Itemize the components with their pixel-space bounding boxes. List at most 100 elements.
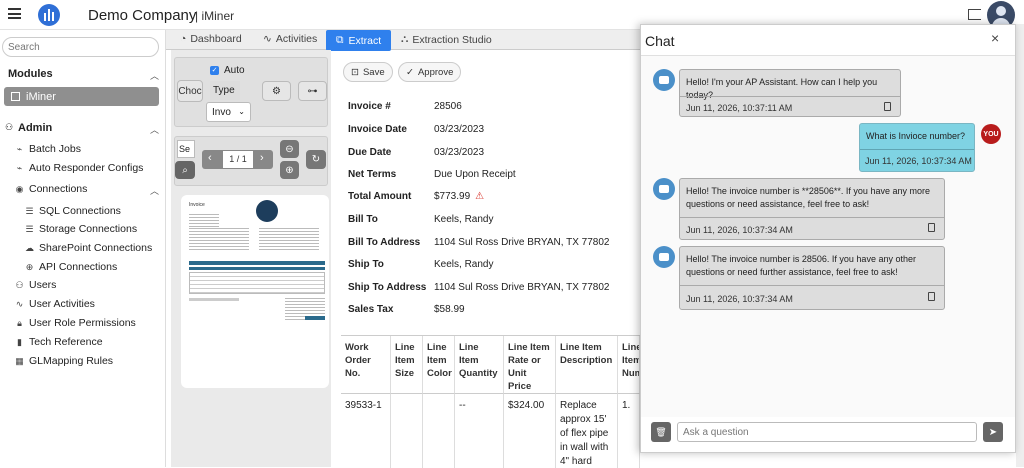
table-cell[interactable] [423,394,455,468]
divider [680,96,900,97]
modules-heading[interactable]: Modules [8,68,53,80]
gear-icon: ⚙ [272,85,281,97]
users-icon: ⚇ [15,279,24,290]
field-value[interactable]: $773.99 [434,191,470,202]
message-time: Jun 11, 2026, 10:37:11 AM [686,103,793,113]
sidebar-item-connections[interactable]: ◉ Connections [14,183,88,195]
send-button[interactable]: ➤ [983,422,1003,442]
bot-message: Hello! I'm your AP Assistant. How can I … [679,69,901,117]
zoom-out-button[interactable]: ⊖ [280,140,299,158]
copy-icon[interactable] [928,223,935,232]
approve-button[interactable]: ✓ Approve [398,62,462,82]
type-select[interactable]: Invo ⌄ [206,102,251,122]
type-select-value: Invo [212,107,231,118]
studio-icon: ⛬ [401,33,409,45]
logout-icon[interactable] [968,9,981,20]
tab-dashboard[interactable]: ◔ Dashboard [180,33,242,45]
close-icon[interactable]: × [991,30,999,46]
clear-chat-button[interactable]: 🗑︎ [651,422,671,442]
zoom-in-button[interactable]: ⊕ [280,161,299,179]
thumb-lines [189,213,219,227]
sidebar-item-iminer[interactable]: iMiner [4,87,159,106]
table-cell[interactable]: 39533-1 [341,394,391,468]
sidebar-item-api[interactable]: ⊕ API Connections [24,261,118,273]
globe-icon: ⊕ [25,261,34,272]
field-value[interactable]: 28506 [434,101,462,112]
tab-extraction-studio[interactable]: ⛬ Extraction Studio [401,33,492,46]
chat-input[interactable]: Ask a question [677,422,977,442]
next-page-icon[interactable]: › [260,152,264,164]
field-value[interactable]: 1104 Sul Ross Drive BRYAN, TX 77802 [434,282,609,293]
copy-icon[interactable] [928,292,935,301]
auto-checkbox[interactable]: ✓ [210,66,219,75]
sidebar-item-batch-jobs[interactable]: ⌁ Batch Jobs [14,143,81,155]
sidebar-item-users[interactable]: ⚇ Users [14,279,56,291]
field-value[interactable]: Due Upon Receipt [434,169,516,180]
document-preview[interactable]: Invoice [181,195,329,388]
choose-file-button[interactable]: Choc [177,80,203,102]
search-button[interactable]: ⌕ [175,161,195,179]
page-search-input[interactable]: Se [177,140,195,158]
divider [680,285,944,286]
sidebar-item-glmapping[interactable]: ▦ GLMapping Rules [14,355,113,367]
chat-title: Chat [645,33,675,49]
sidebar-item-storage[interactable]: ☰ Storage Connections [24,223,137,235]
settings-button[interactable]: ⚙ [262,81,291,101]
sidebar: Search Modules ︿ iMiner ⚇ Admin ︿ ⌁ Batch… [0,30,166,467]
table-cell[interactable]: 1. [618,394,640,468]
chevron-up-icon[interactable]: ︿ [150,69,159,82]
field-value[interactable]: 03/23/2023 [434,124,484,135]
key-button[interactable]: ⊶ [298,81,327,101]
field-row: Bill To Keels, Randy [348,214,493,225]
sidebar-item-sql[interactable]: ☰ SQL Connections [24,205,120,217]
zoom-out-icon: ⊖ [285,143,294,155]
bot-message: Hello! The invoice number is 28506. If y… [679,246,945,310]
tab-label: Activities [275,33,318,45]
chevron-up-icon[interactable]: ︿ [150,184,159,197]
message-text: Hello! I'm your AP Assistant. How can I … [686,77,878,100]
menu-icon[interactable] [8,8,21,19]
line-items-table: Work Order No. Line Item Size Line Item … [341,335,640,468]
message-text: Hello! The invoice number is **28506**. … [686,186,930,209]
copy-icon[interactable] [884,102,891,111]
background-grid [1016,24,1024,467]
sidebar-item-sharepoint[interactable]: ☁ SharePoint Connections [24,242,152,254]
field-label: Bill To Address [348,237,421,248]
tab-extract[interactable]: ⧉ Extract [326,30,392,51]
message-text: What is Invioce number? [866,131,966,141]
refresh-button[interactable]: ↻ [306,150,326,169]
field-label: Due Date [348,147,392,158]
sidebar-item-tech-reference[interactable]: ▮ Tech Reference [14,336,103,348]
field-row: Sales Tax $58.99 [348,304,465,315]
table-cell[interactable] [391,394,423,468]
table-cell[interactable]: $324.00 [504,394,556,468]
thumb-lines [259,227,319,252]
search-input[interactable]: Search [2,37,159,57]
field-row: Bill To Address 1104 Sul Ross Drive BRYAN… [348,237,609,248]
field-value[interactable]: 1104 Sul Ross Drive BRYAN, TX 77802 [434,237,609,248]
tab-activities[interactable]: ∿ Activities [263,33,317,45]
sidebar-item-label: API Connections [39,261,118,273]
sidebar-item-user-activities[interactable]: ∿ User Activities [14,298,95,310]
field-value[interactable]: Keels, Randy [434,214,493,225]
key-icon: ⊶ [307,85,318,97]
table-cell[interactable]: Replace approx 15' of flex pipe in wall … [556,394,618,468]
field-value[interactable]: 03/23/2023 [434,147,484,158]
connections-icon: ◉ [15,183,24,194]
chevron-up-icon[interactable]: ︿ [150,123,159,136]
page-indicator[interactable]: 1 / 1 [223,151,253,168]
field-label: Invoice # [348,101,391,112]
save-button[interactable]: ⊡ Save [343,62,393,82]
sidebar-item-role-permissions[interactable]: 🔒︎ User Role Permissions [14,317,136,329]
field-value[interactable]: $58.99 [434,304,465,315]
cloud-icon: ☁ [25,242,34,253]
message-time: Jun 11, 2026, 10:37:34 AM [686,225,793,235]
field-value[interactable]: Keels, Randy [434,259,493,270]
prev-page-icon[interactable]: ‹ [208,152,212,164]
sidebar-item-auto-responder[interactable]: ⌁ Auto Responder Configs [14,162,144,174]
table-cell[interactable]: -- [455,394,504,468]
admin-heading[interactable]: Admin [18,122,52,134]
message-text: Hello! The invoice number is 28506. If y… [686,254,916,277]
bot-avatar [653,246,675,268]
field-label: Sales Tax [348,304,394,315]
